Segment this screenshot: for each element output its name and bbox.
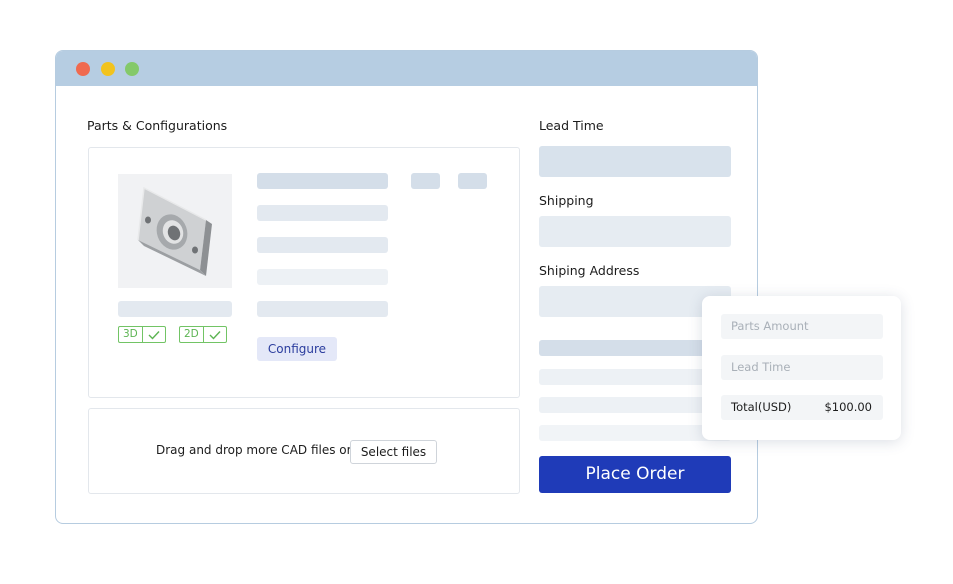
window-titlebar (56, 51, 757, 86)
select-files-button[interactable]: Select files (350, 440, 437, 464)
cad-part-icon (137, 186, 212, 276)
spec-placeholder (257, 205, 388, 221)
lead-time-summary-label: Lead Time (731, 360, 791, 374)
parts-amount-label: Parts Amount (731, 319, 809, 333)
upload-dropzone[interactable]: Drag and drop more CAD files or Select f… (88, 408, 520, 494)
lead-time-label: Lead Time (539, 118, 604, 133)
shipping-select[interactable] (539, 216, 731, 247)
minimize-window-button[interactable] (101, 62, 115, 76)
maximize-window-button[interactable] (125, 62, 139, 76)
check-icon (204, 327, 226, 342)
part-thumbnail[interactable] (118, 174, 232, 288)
lead-time-row: Lead Time (721, 355, 883, 380)
spec-placeholder (257, 237, 388, 253)
price-placeholder (458, 173, 487, 189)
parts-amount-row: Parts Amount (721, 314, 883, 339)
page: Parts & Configurations 3D 2D Configure D… (0, 0, 953, 584)
shipping-address-label: Shiping Address (539, 263, 640, 278)
spec-placeholder (257, 269, 388, 285)
badge-2d-label: 2D (180, 327, 204, 342)
lead-time-select[interactable] (539, 146, 731, 177)
configure-button[interactable]: Configure (257, 337, 337, 361)
badge-3d-label: 3D (119, 327, 143, 342)
spec-placeholder (257, 173, 388, 189)
part-card: 3D 2D Configure (88, 147, 520, 398)
place-order-button[interactable]: Place Order (539, 456, 731, 493)
close-window-button[interactable] (76, 62, 90, 76)
upload-prompt: Drag and drop more CAD files or (156, 443, 352, 457)
part-name-placeholder (118, 301, 232, 317)
total-row: Total(USD) $100.00 (721, 395, 883, 420)
total-label: Total(USD) (731, 400, 792, 414)
order-summary-card: Parts Amount Lead Time Total(USD) $100.0… (702, 296, 901, 440)
total-value: $100.00 (824, 400, 872, 414)
quantity-placeholder (411, 173, 440, 189)
badge-3d: 3D (118, 326, 166, 343)
badge-2d: 2D (179, 326, 227, 343)
app-window: Parts & Configurations 3D 2D Configure D… (55, 50, 758, 524)
parts-section-title: Parts & Configurations (87, 118, 228, 133)
check-icon (143, 327, 165, 342)
spec-placeholder (257, 301, 388, 317)
shipping-label: Shipping (539, 193, 594, 208)
